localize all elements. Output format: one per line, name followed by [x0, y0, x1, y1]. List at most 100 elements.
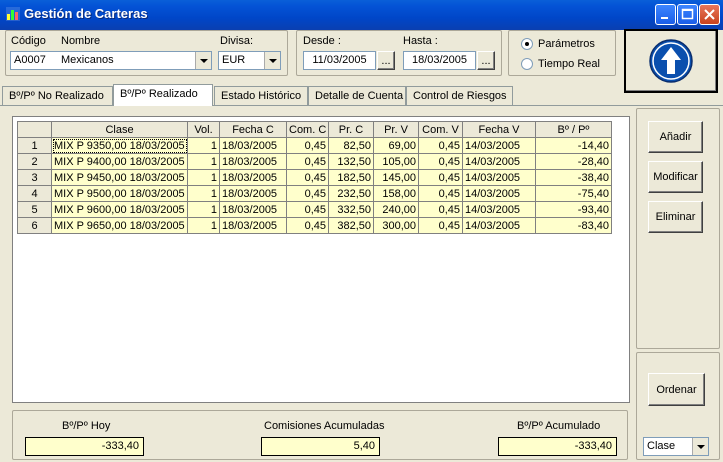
row-number[interactable]: 6	[17, 217, 52, 234]
col-header-pr-v[interactable]: Pr. V	[373, 121, 419, 138]
cell-pr-v[interactable]: 69,00	[373, 137, 419, 154]
col-header-fecha-v[interactable]: Fecha V	[462, 121, 536, 138]
table-row[interactable]: 5 MIX P 9600,00 18/03/2005 1 18/03/2005 …	[17, 201, 612, 218]
cell-fecha-v[interactable]: 14/03/2005	[462, 153, 536, 170]
cell-bp[interactable]: -38,40	[535, 169, 612, 186]
cell-fecha-v[interactable]: 14/03/2005	[462, 201, 536, 218]
tab-no-realizado[interactable]: Bº/Pº No Realizado	[2, 86, 113, 105]
col-header-bp[interactable]: Bº / Pº	[535, 121, 612, 138]
row-number[interactable]: 1	[17, 137, 52, 154]
col-header-fecha-c[interactable]: Fecha C	[219, 121, 287, 138]
cell-vol[interactable]: 1	[187, 217, 220, 234]
tab-detalle-cuenta[interactable]: Detalle de Cuenta	[308, 86, 406, 105]
eliminar-button[interactable]: Eliminar	[648, 201, 703, 233]
modificar-button[interactable]: Modificar	[648, 161, 703, 193]
anadir-button[interactable]: Añadir	[648, 121, 703, 153]
radio-parametros[interactable]	[521, 38, 533, 50]
cell-clase[interactable]: MIX P 9350,00 18/03/2005	[51, 137, 188, 154]
desde-browse-button[interactable]: ...	[377, 51, 395, 70]
ordenar-button[interactable]: Ordenar	[648, 373, 705, 406]
cell-fecha-c[interactable]: 18/03/2005	[219, 201, 287, 218]
cell-pr-c[interactable]: 382,50	[328, 217, 374, 234]
table-row[interactable]: 4 MIX P 9500,00 18/03/2005 1 18/03/2005 …	[17, 185, 612, 202]
cell-pr-v[interactable]: 145,00	[373, 169, 419, 186]
cell-vol[interactable]: 1	[187, 169, 220, 186]
close-button[interactable]	[699, 4, 720, 25]
table-row[interactable]: 2 MIX P 9400,00 18/03/2005 1 18/03/2005 …	[17, 153, 612, 170]
cell-vol[interactable]: 1	[187, 201, 220, 218]
radio-tiempo-real[interactable]	[521, 58, 533, 70]
col-header-pr-c[interactable]: Pr. C	[328, 121, 374, 138]
row-number[interactable]: 2	[17, 153, 52, 170]
divisa-select[interactable]: EUR	[218, 51, 281, 70]
cell-com-c[interactable]: 0,45	[286, 185, 329, 202]
cell-pr-v[interactable]: 105,00	[373, 153, 419, 170]
row-number[interactable]: 5	[17, 201, 52, 218]
cell-bp[interactable]: -28,40	[535, 153, 612, 170]
chevron-down-icon[interactable]	[264, 52, 280, 69]
cell-com-v[interactable]: 0,45	[418, 169, 463, 186]
title-bar[interactable]: Gestión de Carteras	[0, 0, 723, 30]
cell-clase[interactable]: MIX P 9450,00 18/03/2005	[51, 169, 188, 186]
cell-bp[interactable]: -14,40	[535, 137, 612, 154]
cell-pr-c[interactable]: 82,50	[328, 137, 374, 154]
col-header-com-c[interactable]: Com. C	[286, 121, 329, 138]
cell-fecha-v[interactable]: 14/03/2005	[462, 137, 536, 154]
cell-com-v[interactable]: 0,45	[418, 153, 463, 170]
cartera-combobox[interactable]: A0007 Mexicanos	[10, 51, 212, 70]
cell-pr-c[interactable]: 232,50	[328, 185, 374, 202]
col-header-com-v[interactable]: Com. V	[418, 121, 463, 138]
cell-com-c[interactable]: 0,45	[286, 153, 329, 170]
cell-vol[interactable]: 1	[187, 153, 220, 170]
cell-pr-c[interactable]: 132,50	[328, 153, 374, 170]
cell-com-v[interactable]: 0,45	[418, 185, 463, 202]
grid-panel[interactable]: Clase Vol. Fecha C Com. C Pr. C Pr. V Co…	[12, 116, 630, 403]
cell-com-c[interactable]: 0,45	[286, 217, 329, 234]
cell-com-c[interactable]: 0,45	[286, 137, 329, 154]
cell-com-c[interactable]: 0,45	[286, 201, 329, 218]
cell-fecha-v[interactable]: 14/03/2005	[462, 217, 536, 234]
hasta-date-field[interactable]: 18/03/2005	[403, 51, 476, 70]
cell-clase[interactable]: MIX P 9600,00 18/03/2005	[51, 201, 188, 218]
cell-bp[interactable]: -75,40	[535, 185, 612, 202]
cell-clase[interactable]: MIX P 9650,00 18/03/2005	[51, 217, 188, 234]
cell-vol[interactable]: 1	[187, 185, 220, 202]
sort-select[interactable]: Clase	[643, 437, 709, 456]
cell-pr-v[interactable]: 240,00	[373, 201, 419, 218]
table-row[interactable]: 1 MIX P 9350,00 18/03/2005 1 18/03/2005 …	[17, 137, 612, 154]
tab-realizado[interactable]: Bº/Pº Realizado	[113, 84, 213, 106]
cell-pr-v[interactable]: 300,00	[373, 217, 419, 234]
cell-fecha-c[interactable]: 18/03/2005	[219, 137, 287, 154]
row-number[interactable]: 3	[17, 169, 52, 186]
cell-fecha-c[interactable]: 18/03/2005	[219, 217, 287, 234]
cell-pr-c[interactable]: 182,50	[328, 169, 374, 186]
desde-date-field[interactable]: 11/03/2005	[303, 51, 376, 70]
cell-com-v[interactable]: 0,45	[418, 201, 463, 218]
col-header-vol[interactable]: Vol.	[187, 121, 220, 138]
chevron-down-icon[interactable]	[195, 52, 211, 69]
cell-com-c[interactable]: 0,45	[286, 169, 329, 186]
tab-control-riesgos[interactable]: Control de Riesgos	[406, 86, 513, 105]
cell-clase[interactable]: MIX P 9500,00 18/03/2005	[51, 185, 188, 202]
chevron-down-icon[interactable]	[692, 438, 708, 455]
cell-bp[interactable]: -83,40	[535, 217, 612, 234]
cell-fecha-c[interactable]: 18/03/2005	[219, 153, 287, 170]
cell-pr-c[interactable]: 332,50	[328, 201, 374, 218]
cell-vol[interactable]: 1	[187, 137, 220, 154]
maximize-button[interactable]	[677, 4, 698, 25]
minimize-button[interactable]	[655, 4, 676, 25]
row-number[interactable]: 4	[17, 185, 52, 202]
cell-com-v[interactable]: 0,45	[418, 137, 463, 154]
cell-fecha-c[interactable]: 18/03/2005	[219, 185, 287, 202]
hasta-browse-button[interactable]: ...	[477, 51, 495, 70]
col-header-clase[interactable]: Clase	[51, 121, 188, 138]
tab-estado-historico[interactable]: Estado Histórico	[214, 86, 308, 105]
cell-bp[interactable]: -93,40	[535, 201, 612, 218]
cell-pr-v[interactable]: 158,00	[373, 185, 419, 202]
cell-fecha-v[interactable]: 14/03/2005	[462, 169, 536, 186]
cell-com-v[interactable]: 0,45	[418, 217, 463, 234]
cell-fecha-v[interactable]: 14/03/2005	[462, 185, 536, 202]
realizado-table[interactable]: Clase Vol. Fecha C Com. C Pr. C Pr. V Co…	[17, 121, 612, 234]
up-button[interactable]	[624, 29, 718, 93]
cell-clase[interactable]: MIX P 9400,00 18/03/2005	[51, 153, 188, 170]
